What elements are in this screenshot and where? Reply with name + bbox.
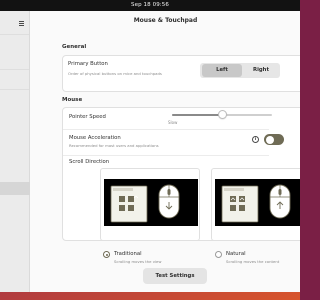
window-title: Mouse & Touchpad: [133, 17, 198, 24]
pointer-speed-title: Pointer Speed: [69, 114, 106, 120]
scroll-natural-title: Natural: [226, 251, 246, 257]
natural-illustration-graphic: [221, 184, 291, 223]
top-bar: Sep 18 09:56: [0, 0, 300, 11]
sidebar-item[interactable]: [0, 107, 30, 120]
mouse-acceleration-switch[interactable]: [264, 134, 284, 145]
sidebar-item-mouse-touchpad[interactable]: [0, 182, 30, 195]
clock[interactable]: Sep 18 09:56: [0, 1, 300, 10]
scroll-traditional-radio[interactable]: [103, 251, 110, 258]
scroll-natural-illustration[interactable]: [211, 168, 300, 241]
primary-button-selector: Left Right: [200, 63, 280, 78]
pointer-speed-min-label: Slow: [168, 120, 178, 125]
scroll-natural-subtitle: Scrolling moves the content: [226, 259, 280, 264]
scroll-natural-radio[interactable]: [215, 251, 222, 258]
scroll-traditional-illustration[interactable]: [100, 168, 200, 241]
traditional-illustration-graphic: [110, 184, 180, 223]
section-heading-mouse: Mouse: [62, 97, 83, 103]
sidebar-item[interactable]: [0, 51, 30, 64]
row-divider: [63, 155, 269, 156]
pointer-speed-fill: [172, 114, 222, 116]
mouse-acceleration-title: Mouse Acceleration: [69, 135, 121, 141]
info-icon[interactable]: i: [252, 136, 259, 143]
scroll-traditional-title: Traditional: [114, 251, 142, 257]
scroll-direction-title: Scroll Direction: [69, 159, 110, 165]
primary-button-subtitle: Order of physical buttons on mice and to…: [68, 71, 162, 76]
sidebar-divider: [0, 34, 29, 35]
sidebar-item[interactable]: [0, 90, 30, 103]
switch-knob: [265, 135, 274, 144]
settings-window: Mouse & Touchpad General Primary Button …: [0, 11, 300, 292]
row-divider: [63, 129, 269, 130]
section-heading-general: General: [62, 44, 87, 50]
menu-icon[interactable]: [19, 21, 24, 26]
test-settings-button[interactable]: Test Settings: [143, 268, 207, 284]
sidebar-divider: [0, 69, 29, 70]
pointer-speed-handle[interactable]: [217, 110, 227, 119]
primary-button-left[interactable]: Left: [202, 64, 242, 77]
scroll-traditional-subtitle: Scrolling moves the view: [114, 259, 162, 264]
sidebar: [0, 11, 30, 292]
primary-button-title: Primary Button: [68, 61, 108, 67]
primary-button-right[interactable]: Right: [244, 64, 280, 77]
mouse-acceleration-subtitle: Recommended for most users and applicati…: [69, 143, 159, 148]
